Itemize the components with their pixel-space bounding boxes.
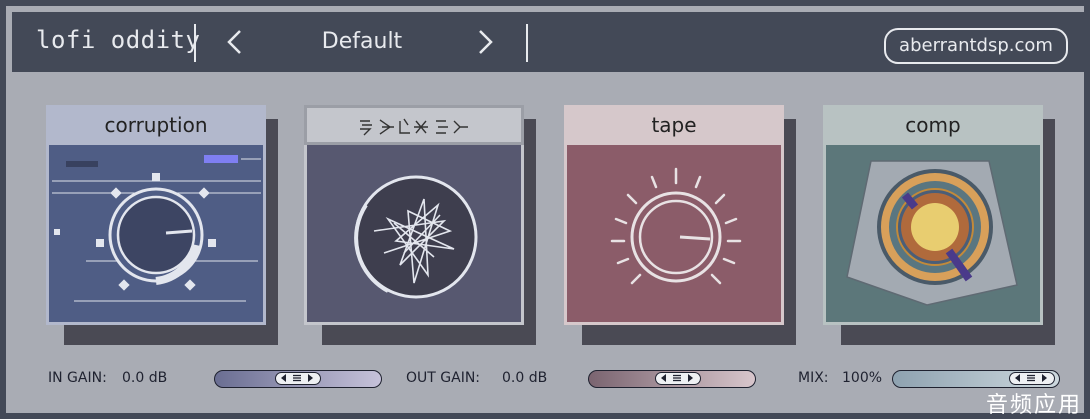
header-divider <box>194 24 196 62</box>
glitch-box <box>304 145 524 325</box>
corruption-box <box>46 145 266 325</box>
glitch-tab[interactable] <box>304 105 524 145</box>
corruption-tab[interactable]: corruption <box>46 105 266 145</box>
slider-thumb-icon[interactable] <box>1009 372 1055 385</box>
slider-thumb-icon[interactable] <box>275 372 321 385</box>
preset-name[interactable]: Default <box>262 29 462 54</box>
next-preset-icon[interactable] <box>474 28 496 56</box>
tape-tab[interactable]: tape <box>564 105 784 145</box>
mix-value: 100% <box>842 370 883 386</box>
mix-slider[interactable] <box>892 370 1060 388</box>
comp-knob[interactable] <box>823 145 1043 325</box>
comp-box <box>823 145 1043 325</box>
out-gain-value: 0.0 dB <box>502 370 548 386</box>
glitch-knob[interactable] <box>304 145 524 325</box>
plugin-title: lofi oddity <box>36 26 201 54</box>
website-link[interactable]: aberrantdsp.com <box>884 28 1068 64</box>
mix-label: MIX: <box>798 370 829 386</box>
in-gain-value: 0.0 dB <box>122 370 168 386</box>
slider-thumb-icon[interactable] <box>655 372 701 385</box>
tape-box <box>564 145 784 325</box>
header-divider <box>526 24 528 62</box>
out-gain-slider[interactable] <box>588 370 756 388</box>
glitch-title-icon <box>360 118 468 136</box>
in-gain-slider[interactable] <box>214 370 382 388</box>
header-bar: lofi oddity Default aberrantdsp.com <box>12 12 1090 72</box>
tape-knob[interactable] <box>564 145 784 325</box>
corruption-knob[interactable] <box>46 145 266 325</box>
watermark: 音频应用 <box>985 393 1082 418</box>
prev-preset-icon[interactable] <box>224 28 246 56</box>
comp-tab[interactable]: comp <box>823 105 1043 145</box>
out-gain-label: OUT GAIN: <box>406 370 481 386</box>
in-gain-label: IN GAIN: <box>48 370 107 386</box>
plugin-window: lofi oddity Default aberrantdsp.com corr… <box>0 0 1090 419</box>
